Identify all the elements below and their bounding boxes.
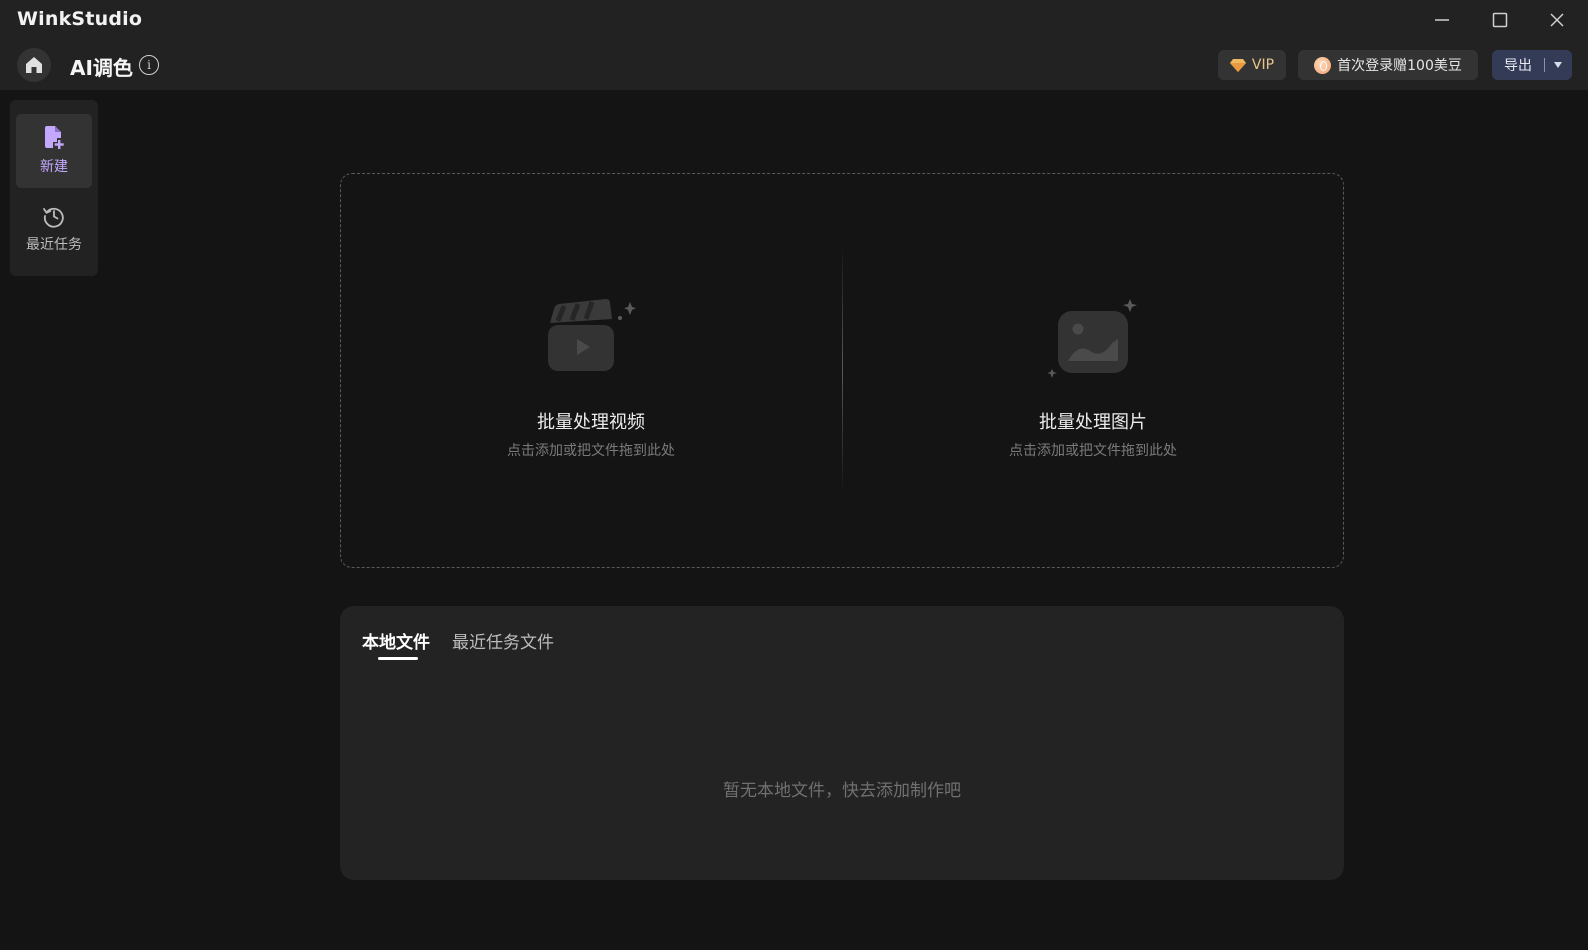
image-icon bbox=[1048, 299, 1137, 378]
export-label: 导出 bbox=[1504, 58, 1532, 74]
sidebar-item-label: 新建 bbox=[40, 159, 68, 175]
video-clapper-icon bbox=[548, 299, 636, 371]
sidebar-item-new[interactable]: 新建 bbox=[16, 114, 92, 188]
page-title: AI调色 bbox=[70, 56, 133, 80]
history-icon bbox=[43, 207, 64, 228]
home-icon bbox=[26, 57, 42, 73]
coin-icon bbox=[1314, 56, 1332, 74]
chevron-down-icon[interactable] bbox=[1554, 62, 1562, 68]
vip-button[interactable]: VIP bbox=[1218, 50, 1286, 80]
title-bar: WinkStudio AI调色 i VIP 首次登录赠100美豆 导出 bbox=[0, 0, 1588, 90]
diamond-icon bbox=[1229, 59, 1246, 72]
home-button[interactable] bbox=[17, 48, 51, 82]
tab-recent-task-files[interactable]: 最近任务文件 bbox=[452, 628, 554, 653]
sidebar: 新建 最近任务 bbox=[10, 100, 98, 276]
promo-label: 首次登录赠100美豆 bbox=[1337, 58, 1462, 74]
new-file-icon bbox=[45, 126, 64, 149]
app-name: WinkStudio bbox=[17, 8, 143, 30]
batch-image-title: 批量处理图片 bbox=[1039, 412, 1147, 433]
minimize-button[interactable] bbox=[1422, 6, 1462, 34]
batch-video-title: 批量处理视频 bbox=[537, 412, 645, 433]
info-icon[interactable]: i bbox=[139, 55, 159, 75]
close-icon bbox=[1550, 13, 1564, 27]
upload-dropzone[interactable]: 批量处理视频 点击添加或把文件拖到此处 批量处理图片 点击添加或把文件拖到此处 bbox=[340, 173, 1344, 568]
login-bonus-button[interactable]: 首次登录赠100美豆 bbox=[1298, 50, 1478, 80]
batch-video-upload[interactable]: 批量处理视频 点击添加或把文件拖到此处 bbox=[341, 174, 841, 566]
batch-image-hint: 点击添加或把文件拖到此处 bbox=[1009, 443, 1177, 459]
empty-state-message: 暂无本地文件，快去添加制作吧 bbox=[723, 781, 961, 801]
batch-image-upload[interactable]: 批量处理图片 点击添加或把文件拖到此处 bbox=[843, 174, 1343, 566]
sidebar-item-recent-tasks[interactable]: 最近任务 bbox=[16, 192, 92, 266]
sidebar-item-label: 最近任务 bbox=[26, 237, 82, 253]
close-window-button[interactable] bbox=[1537, 6, 1577, 34]
batch-video-hint: 点击添加或把文件拖到此处 bbox=[507, 443, 675, 459]
maximize-icon bbox=[1492, 12, 1508, 28]
export-button[interactable]: 导出 bbox=[1492, 50, 1572, 80]
maximize-button[interactable] bbox=[1480, 6, 1520, 34]
export-separator bbox=[1544, 58, 1545, 72]
files-panel: 本地文件 最近任务文件 暂无本地文件，快去添加制作吧 bbox=[340, 606, 1344, 880]
vip-label: VIP bbox=[1251, 57, 1275, 73]
minimize-icon bbox=[1435, 19, 1449, 21]
active-tab-indicator bbox=[378, 657, 418, 660]
tab-local-files[interactable]: 本地文件 bbox=[362, 628, 430, 653]
